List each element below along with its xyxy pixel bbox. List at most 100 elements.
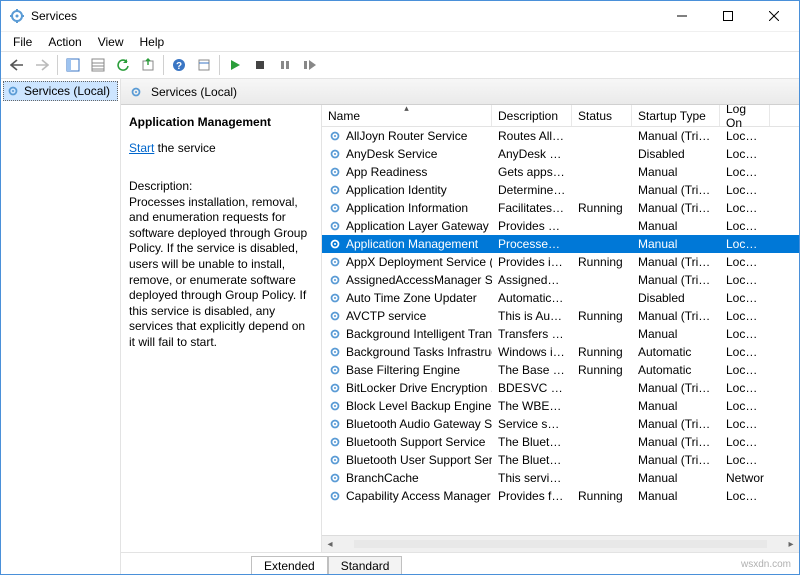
col-status[interactable]: Status: [572, 105, 632, 126]
service-logon: Local Sy: [720, 399, 770, 413]
service-description: Provides fac...: [492, 489, 572, 503]
horizontal-scrollbar[interactable]: ◂ ▸: [322, 535, 799, 552]
service-gear-icon: [328, 417, 342, 431]
watermark: wsxdn.com: [741, 559, 791, 570]
service-description: Windows in...: [492, 345, 572, 359]
menu-help[interactable]: Help: [132, 33, 173, 51]
service-row[interactable]: AllJoyn Router ServiceRoutes AllJo...Man…: [322, 127, 799, 145]
service-gear-icon: [328, 291, 342, 305]
menu-file[interactable]: File: [5, 33, 40, 51]
service-row[interactable]: Bluetooth User Support Ser...The Bluetoo…: [322, 451, 799, 469]
service-row[interactable]: AssignedAccessManager Se...AssignedAc...…: [322, 271, 799, 289]
col-startup[interactable]: Startup Type: [632, 105, 720, 126]
service-row[interactable]: AppX Deployment Service (...Provides inf…: [322, 253, 799, 271]
service-row[interactable]: Application ManagementProcesses in...Man…: [322, 235, 799, 253]
help-button[interactable]: ?: [167, 53, 191, 77]
service-list[interactable]: AllJoyn Router ServiceRoutes AllJo...Man…: [322, 127, 799, 535]
service-logon: Local Sy: [720, 201, 770, 215]
service-row[interactable]: Base Filtering EngineThe Base Fil...Runn…: [322, 361, 799, 379]
service-description: Facilitates t...: [492, 201, 572, 215]
service-name: Background Intelligent Tran...: [346, 327, 492, 341]
service-logon: Local Sy: [720, 381, 770, 395]
service-logon: Local Se: [720, 435, 770, 449]
export-button[interactable]: [136, 53, 160, 77]
service-logon: Local Se: [720, 363, 770, 377]
service-row[interactable]: App ReadinessGets apps re...ManualLocal …: [322, 163, 799, 181]
service-name: Application Management: [346, 237, 478, 251]
service-row[interactable]: BitLocker Drive Encryption ...BDESVC hos…: [322, 379, 799, 397]
service-gear-icon: [328, 489, 342, 503]
scroll-right-icon[interactable]: ▸: [783, 539, 799, 550]
scroll-left-icon[interactable]: ◂: [322, 539, 338, 550]
service-row[interactable]: Bluetooth Audio Gateway S...Service sup.…: [322, 415, 799, 433]
forward-button[interactable]: [30, 53, 54, 77]
service-row[interactable]: BranchCacheThis service...ManualNetwor: [322, 469, 799, 487]
col-name[interactable]: ▴Name: [322, 105, 492, 126]
service-logon: Networ: [720, 471, 770, 485]
service-logon: Local Sy: [720, 165, 770, 179]
service-startup: Manual: [632, 489, 720, 503]
service-row[interactable]: Application Layer Gateway ...Provides su…: [322, 217, 799, 235]
service-row[interactable]: AVCTP serviceThis is Audi...RunningManua…: [322, 307, 799, 325]
back-button[interactable]: [5, 53, 29, 77]
list-header: ▴Name Description Status Startup Type Lo…: [322, 105, 799, 127]
service-name: BitLocker Drive Encryption ...: [346, 381, 492, 395]
service-description: Service sup...: [492, 417, 572, 431]
tab-standard[interactable]: Standard: [328, 556, 403, 574]
maximize-button[interactable]: [705, 1, 751, 31]
titlebar[interactable]: Services: [1, 1, 799, 31]
service-name: Bluetooth Support Service: [346, 435, 485, 449]
service-row[interactable]: AnyDesk ServiceAnyDesk su...DisabledLoca…: [322, 145, 799, 163]
minimize-button[interactable]: [659, 1, 705, 31]
tab-extended[interactable]: Extended: [251, 556, 328, 574]
service-row[interactable]: Background Intelligent Tran...Transfers …: [322, 325, 799, 343]
app-gear-icon: [9, 8, 25, 24]
service-gear-icon: [328, 183, 342, 197]
close-button[interactable]: [751, 1, 797, 31]
show-hide-tree-button[interactable]: [61, 53, 85, 77]
service-name: Bluetooth User Support Ser...: [346, 453, 492, 467]
service-startup: Disabled: [632, 147, 720, 161]
restart-service-button[interactable]: [298, 53, 322, 77]
col-logon[interactable]: Log On: [720, 105, 770, 126]
service-name: Application Identity: [346, 183, 447, 197]
pause-service-button[interactable]: [273, 53, 297, 77]
service-logon: Local Se: [720, 309, 770, 323]
properties-button[interactable]: [192, 53, 216, 77]
service-name: Auto Time Zone Updater: [346, 291, 477, 305]
service-row[interactable]: Auto Time Zone UpdaterAutomatica...Disab…: [322, 289, 799, 307]
service-startup: Manual: [632, 165, 720, 179]
service-startup: Disabled: [632, 291, 720, 305]
service-row[interactable]: Capability Access Manager ...Provides fa…: [322, 487, 799, 505]
service-name: AVCTP service: [346, 309, 426, 323]
service-startup: Manual (Trig...: [632, 129, 720, 143]
start-service-row: Start the service: [129, 141, 313, 155]
service-row[interactable]: Application InformationFacilitates t...R…: [322, 199, 799, 217]
service-description: AssignedAc...: [492, 273, 572, 287]
service-logon: Local Sy: [720, 147, 770, 161]
service-row[interactable]: Background Tasks Infrastruc...Windows in…: [322, 343, 799, 361]
service-row[interactable]: Application IdentityDetermines ...Manual…: [322, 181, 799, 199]
service-gear-icon: [328, 147, 342, 161]
service-name: Application Information: [346, 201, 468, 215]
service-name: AnyDesk Service: [346, 147, 437, 161]
start-service-link[interactable]: Start: [129, 141, 154, 155]
service-description: The Bluetoo...: [492, 435, 572, 449]
service-gear-icon: [328, 255, 342, 269]
detail-pane-button[interactable]: [86, 53, 110, 77]
tree-root-services-local[interactable]: Services (Local): [3, 81, 118, 101]
menu-action[interactable]: Action: [40, 33, 89, 51]
service-startup: Manual (Trig...: [632, 273, 720, 287]
service-startup: Manual: [632, 399, 720, 413]
menu-view[interactable]: View: [90, 33, 132, 51]
gear-icon: [129, 85, 143, 99]
col-description[interactable]: Description: [492, 105, 572, 126]
service-description: Routes AllJo...: [492, 129, 572, 143]
service-description: Processes in...: [492, 237, 572, 251]
service-row[interactable]: Bluetooth Support ServiceThe Bluetoo...M…: [322, 433, 799, 451]
service-description: The Bluetoo...: [492, 453, 572, 467]
refresh-button[interactable]: [111, 53, 135, 77]
stop-service-button[interactable]: [248, 53, 272, 77]
start-service-button[interactable]: [223, 53, 247, 77]
service-row[interactable]: Block Level Backup Engine ...The WBENG..…: [322, 397, 799, 415]
